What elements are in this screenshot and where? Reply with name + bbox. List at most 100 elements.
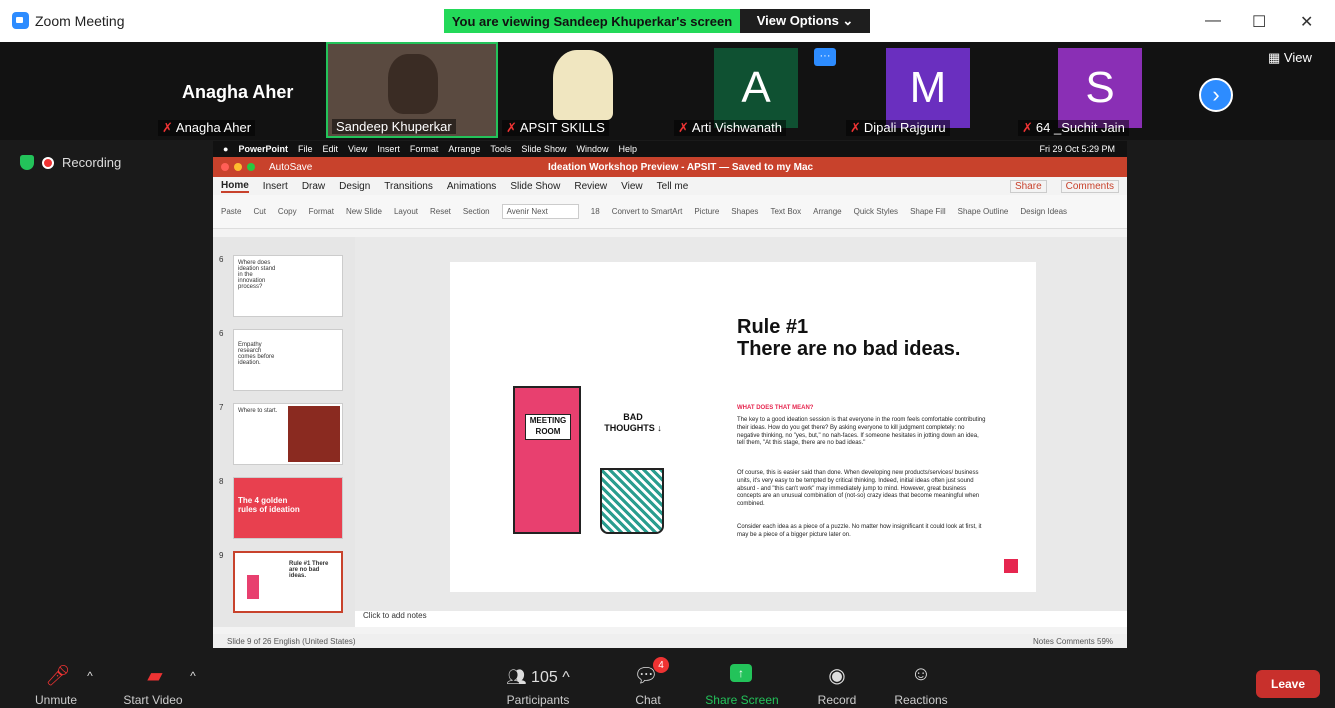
participant-tile[interactable]: ✗ APSIT SKILLS [498, 42, 670, 138]
participant-name: ✗ Arti Vishwanath [674, 120, 786, 136]
view-options-button[interactable]: View Options ⌄ [740, 9, 870, 33]
maximize-button[interactable]: ☐ [1252, 12, 1266, 32]
slide-paragraph: Of course, this is easier said than done… [737, 470, 980, 508]
participant-tile-video[interactable]: Sandeep Khuperkar [326, 42, 498, 138]
shared-screen: ● PowerPoint File Edit View Insert Forma… [213, 141, 1127, 648]
slide-thumbnails: 6 Where does ideation stand in the innov… [213, 237, 355, 627]
menu-item: File [297, 144, 313, 154]
thumb-number: 9 [219, 551, 224, 560]
zoom-logo-icon [12, 12, 29, 29]
window-controls [221, 163, 255, 171]
slide-subheading: WHAT DOES THAT MEAN? [737, 405, 814, 411]
ribbon-item: Arrange [813, 207, 842, 216]
participants-count: 105 [531, 669, 558, 686]
thumb-number: 6 [219, 329, 224, 338]
chevron-up-icon[interactable]: ^ [87, 669, 93, 683]
participant-name: ✗ APSIT SKILLS [502, 120, 609, 136]
font-family-field: Avenir Next [501, 204, 579, 219]
tab-insert: Insert [262, 180, 288, 192]
record-icon[interactable]: ◉ [828, 663, 845, 688]
avatar: M [886, 48, 970, 128]
menu-item: Window [576, 144, 609, 154]
ribbon-item: Cut [253, 207, 266, 216]
ppt-comments-button: Comments [1060, 179, 1119, 193]
slide-paragraph: The key to a good ideation session is th… [737, 417, 986, 447]
slide-paragraph: Consider each idea as a piece of a puzzl… [737, 524, 982, 538]
ribbon-toolbar: Paste Cut Copy Format New Slide Layout R… [213, 195, 1127, 229]
close-button[interactable]: ✕ [1300, 12, 1313, 32]
muted-mic-icon[interactable]: 🎤︎ [45, 663, 70, 688]
reactions-button[interactable]: Reactions [894, 693, 947, 707]
view-button[interactable]: ▦ View [1268, 50, 1312, 66]
tab-view: View [621, 180, 643, 192]
menu-item: Format [409, 144, 439, 154]
ppt-share-button: Share [1009, 179, 1047, 193]
thumb-number: 8 [219, 477, 224, 486]
menu-item: PowerPoint [238, 144, 288, 154]
ppt-title-bar: AutoSave Ideation Workshop Preview - APS… [213, 157, 1127, 177]
door-sign: MEETING ROOM [525, 414, 571, 440]
ribbon-tabs: Home Insert Draw Design Transitions Anim… [213, 177, 1127, 195]
tab-design: Design [339, 180, 371, 192]
participant-video [388, 54, 438, 114]
status-left: Slide 9 of 26 English (United States) [227, 636, 356, 646]
muted-mic-icon: ✗ [162, 120, 173, 135]
ribbon-item: New Slide [345, 207, 382, 216]
chat-badge: 4 [653, 657, 669, 673]
font-size-field: 18 [590, 207, 600, 216]
start-video-button[interactable]: Start Video [123, 693, 182, 707]
chevron-up-icon[interactable]: ^ [190, 669, 196, 683]
leave-button[interactable]: Leave [1256, 670, 1320, 698]
next-arrow-icon [1004, 559, 1018, 573]
ribbon-item: Shapes [731, 207, 759, 216]
ribbon-item: Quick Styles [853, 207, 899, 216]
shield-icon [20, 155, 34, 170]
menu-item: Tools [490, 144, 512, 154]
window-title: Zoom Meeting [12, 12, 124, 29]
ribbon-item: Shape Fill [910, 207, 946, 216]
ribbon-item: Design Ideas [1020, 207, 1068, 216]
menu-item: Help [618, 144, 637, 154]
menu-item: Edit [322, 144, 338, 154]
participant-strip: Anagha Aher ✗ Anagha Aher Sandeep Khuperk… [0, 42, 1335, 140]
viewing-banner: You are viewing Sandeep Khuperkar's scre… [444, 9, 740, 33]
participants-icon[interactable]: 👥︎ 105 ^ [506, 667, 569, 687]
record-button[interactable]: Record [818, 693, 857, 707]
next-page-icon[interactable]: › [1199, 78, 1233, 112]
recording-indicator: Recording [20, 155, 121, 170]
chat-button[interactable]: Chat [635, 693, 660, 707]
participant-tile[interactable]: Anagha Aher ✗ Anagha Aher [154, 42, 326, 138]
more-options-icon[interactable]: ··· [814, 48, 836, 66]
participants-button[interactable]: Participants [507, 693, 570, 707]
door-illustration: MEETING ROOM [513, 386, 581, 534]
video-off-icon[interactable]: ▰ [147, 663, 162, 688]
participant-name: ✗ Dipali Rajguru [846, 120, 950, 136]
window-title-text: Zoom Meeting [35, 12, 125, 29]
doc-title: Ideation Workshop Preview - APSIT — Save… [548, 161, 814, 173]
participant-tile[interactable]: M ✗ Dipali Rajguru [842, 42, 1014, 138]
participant-tile[interactable]: S ✗ 64 _Suchit Jain [1014, 42, 1186, 138]
ribbon-item: Paste [221, 207, 242, 216]
tab-draw: Draw [301, 180, 326, 192]
ribbon-item: Shape Outline [957, 207, 1009, 216]
featured-name: Anagha Aher [182, 82, 294, 102]
tab-animations: Animations [446, 180, 497, 192]
notes-placeholder: Click to add notes [355, 611, 1127, 627]
apple-icon: ● [223, 144, 229, 154]
ribbon-item: Convert to SmartArt [611, 207, 683, 216]
ppt-status-bar: Slide 9 of 26 English (United States) No… [213, 634, 1127, 648]
autosave-label: AutoSave [269, 161, 313, 173]
ribbon-item: Format [308, 207, 334, 216]
slide-thumbnail: Where to start. [233, 403, 343, 465]
minimize-button[interactable]: — [1205, 12, 1221, 30]
share-arrow-icon[interactable]: ↑ [730, 664, 752, 682]
reactions-icon[interactable]: ☺ [911, 663, 931, 686]
bin-label: BAD THOUGHTS ↓ [604, 412, 662, 433]
share-screen-button[interactable]: Share Screen [705, 693, 778, 707]
college-logo-icon [553, 50, 613, 120]
ribbon-item: Picture [694, 207, 720, 216]
unmute-button[interactable]: Unmute [35, 693, 77, 707]
participant-name: Sandeep Khuperkar [332, 119, 456, 134]
record-dot-icon [42, 156, 54, 169]
tab-review: Review [574, 180, 608, 192]
